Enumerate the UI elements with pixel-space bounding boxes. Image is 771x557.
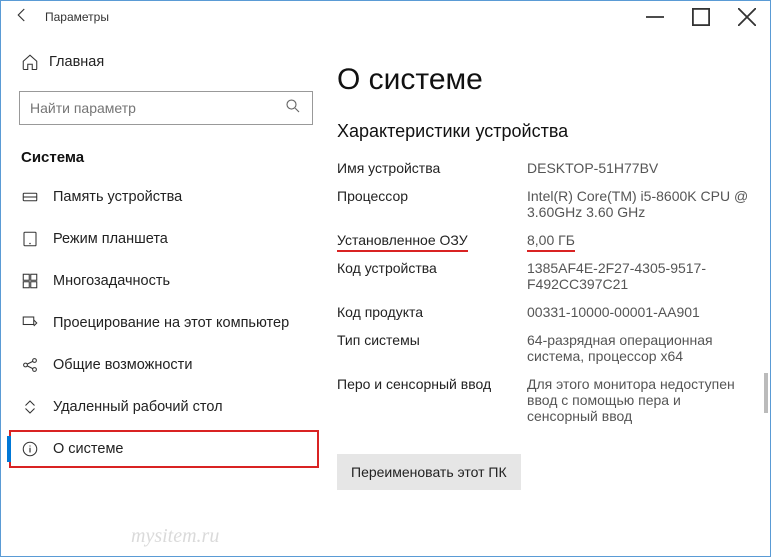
sidebar-item-label: Общие возможности <box>53 357 192 373</box>
sidebar-item-label: Удаленный рабочий стол <box>53 399 223 415</box>
scrollbar-thumb[interactable] <box>764 373 768 413</box>
minimize-button[interactable] <box>632 1 678 33</box>
sidebar-item-label: О системе <box>53 441 123 457</box>
minimize-icon <box>646 8 664 26</box>
spec-key: Установленное ОЗУ <box>337 232 527 248</box>
tablet-icon <box>21 230 53 248</box>
section-title: Характеристики устройства <box>337 121 752 142</box>
sidebar-item-label: Многозадачность <box>53 273 170 289</box>
sidebar-item-projecting[interactable]: Проецирование на этот компьютер <box>1 302 331 344</box>
close-button[interactable] <box>724 1 770 33</box>
spec-processor: Процессор Intel(R) Core(TM) i5-8600K CPU… <box>337 188 752 220</box>
maximize-button[interactable] <box>678 1 724 33</box>
spec-value: 8,00 ГБ <box>527 232 752 248</box>
shared-icon <box>21 356 53 374</box>
sidebar-item-multitask[interactable]: Многозадачность <box>1 260 331 302</box>
spec-device-id: Код устройства 1385AF4E-2F27-4305-9517-F… <box>337 260 752 292</box>
section-header: Система <box>1 143 331 176</box>
window-controls <box>632 1 770 33</box>
spec-ram: Установленное ОЗУ 8,00 ГБ <box>337 232 752 248</box>
spec-key: Перо и сенсорный ввод <box>337 376 527 424</box>
spec-key: Тип системы <box>337 332 527 364</box>
spec-value: 1385AF4E-2F27-4305-9517-F492CC397C21 <box>527 260 752 292</box>
spec-key: Имя устройства <box>337 160 527 176</box>
maximize-icon <box>692 8 710 26</box>
storage-icon <box>21 188 53 206</box>
spec-value: DESKTOP-51H77BV <box>527 160 752 176</box>
home-label: Главная <box>49 54 104 70</box>
sidebar: Главная Система Память устройства Режим … <box>1 33 331 556</box>
spec-product-id: Код продукта 00331-10000-00001-AA901 <box>337 304 752 320</box>
sidebar-item-label: Режим планшета <box>53 231 168 247</box>
page-title: О системе <box>337 63 752 97</box>
sidebar-item-tablet[interactable]: Режим планшета <box>1 218 331 260</box>
search-input[interactable] <box>30 100 284 116</box>
spec-key: Код продукта <box>337 304 527 320</box>
spec-value: Intel(R) Core(TM) i5-8600K CPU @ 3.60GHz… <box>527 188 752 220</box>
sidebar-item-shared[interactable]: Общие возможности <box>1 344 331 386</box>
spec-value: 00331-10000-00001-AA901 <box>527 304 752 320</box>
close-icon <box>738 8 756 26</box>
titlebar: Параметры <box>1 1 770 33</box>
back-button[interactable] <box>13 6 45 29</box>
spec-system-type: Тип системы 64-разрядная операционная си… <box>337 332 752 364</box>
home-link[interactable]: Главная <box>1 43 331 81</box>
spec-value: Для этого монитора недоступен ввод с пом… <box>527 376 752 424</box>
spec-key: Процессор <box>337 188 527 220</box>
info-icon <box>21 440 53 458</box>
remote-icon <box>21 398 53 416</box>
sidebar-item-about[interactable]: О системе <box>7 428 321 470</box>
search-box[interactable] <box>19 91 313 125</box>
spec-device-name: Имя устройства DESKTOP-51H77BV <box>337 160 752 176</box>
multitask-icon <box>21 272 53 290</box>
home-icon <box>21 53 49 71</box>
main-panel: О системе Характеристики устройства Имя … <box>331 33 770 556</box>
watermark: mysitem.ru <box>131 525 219 548</box>
rename-pc-button[interactable]: Переименовать этот ПК <box>337 454 521 490</box>
spec-value: 64-разрядная операционная система, проце… <box>527 332 752 364</box>
sidebar-item-label: Память устройства <box>53 189 182 205</box>
spec-pen-touch: Перо и сенсорный ввод Для этого монитора… <box>337 376 752 424</box>
sidebar-item-label: Проецирование на этот компьютер <box>53 315 289 331</box>
window-title: Параметры <box>45 10 632 24</box>
project-icon <box>21 314 53 332</box>
sidebar-item-storage[interactable]: Память устройства <box>1 176 331 218</box>
search-icon <box>284 97 302 120</box>
sidebar-item-remote[interactable]: Удаленный рабочий стол <box>1 386 331 428</box>
arrow-left-icon <box>13 6 31 24</box>
spec-key: Код устройства <box>337 260 527 292</box>
